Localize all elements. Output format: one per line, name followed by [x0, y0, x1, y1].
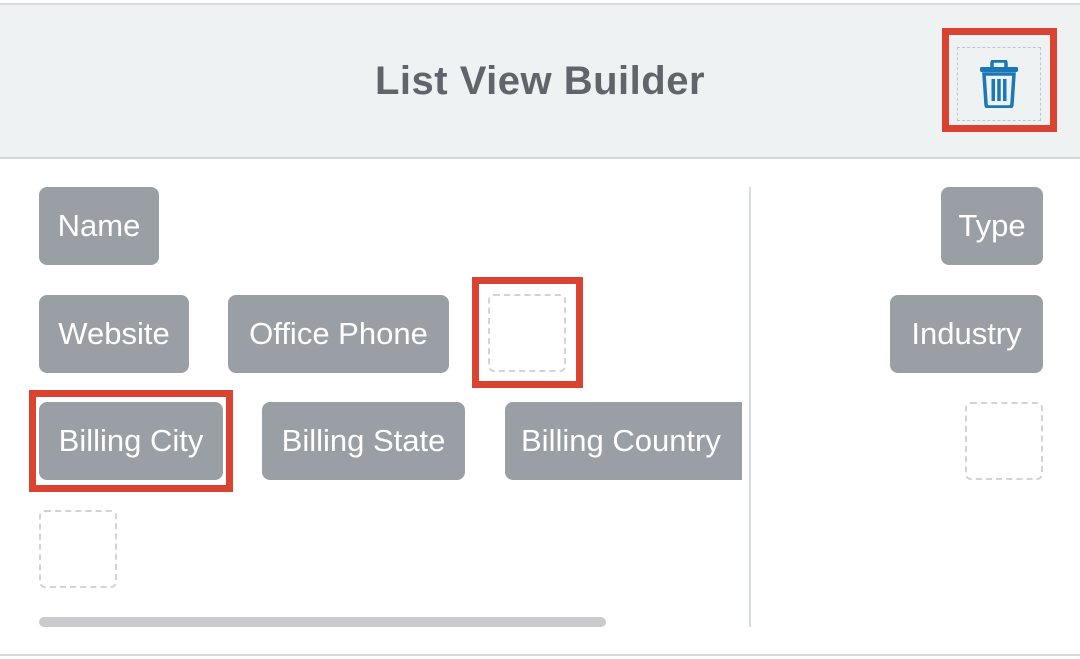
horizontal-scrollbar[interactable] — [39, 617, 606, 627]
drop-placeholder-row4[interactable] — [39, 510, 117, 588]
page-title: List View Builder — [374, 59, 706, 103]
field-industry[interactable]: Industry — [890, 295, 1043, 373]
field-type[interactable]: Type — [941, 187, 1043, 265]
builder-header: List View Builder — [0, 5, 1080, 159]
drop-placeholder-right[interactable] — [965, 402, 1043, 480]
trash-drop-zone[interactable] — [957, 47, 1041, 121]
panel-divider — [749, 187, 751, 627]
field-billing-country[interactable]: Billing Country — [505, 402, 742, 480]
bottom-border — [0, 654, 1080, 656]
trash-icon[interactable] — [978, 60, 1020, 108]
